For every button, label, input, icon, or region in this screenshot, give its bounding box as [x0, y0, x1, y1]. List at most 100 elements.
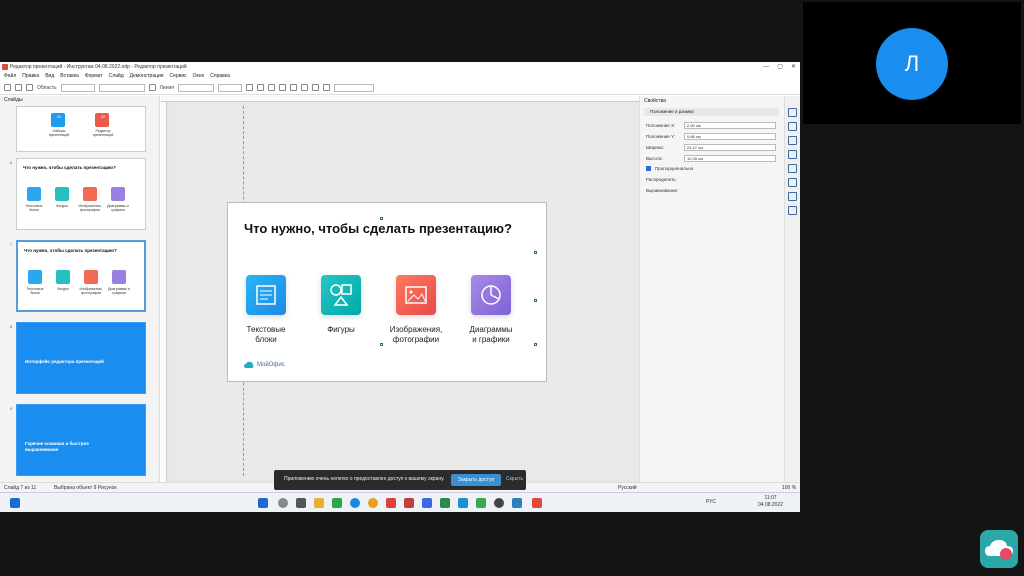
menu-tools[interactable]: Сервис — [170, 72, 187, 81]
new-icon[interactable] — [4, 84, 11, 91]
properties-deck-icon[interactable] — [788, 108, 797, 117]
position-x-field[interactable]: 2,90 см — [684, 122, 776, 129]
search-field[interactable] — [333, 83, 374, 92]
menu-slideshow[interactable]: Демонстрация — [130, 72, 164, 81]
rotate-icon[interactable] — [300, 84, 308, 91]
width-field[interactable]: 24,47 см — [684, 144, 776, 151]
prop-label: Высота: — [646, 156, 663, 161]
toolbar: Область Линия — [0, 81, 800, 95]
task-view-icon[interactable] — [296, 498, 306, 508]
participant-video-tile[interactable]: Л — [803, 2, 1021, 124]
app-icon[interactable] — [512, 498, 522, 508]
slide-thumbnail-6[interactable]: Что нужно, чтобы сделать презентацию? Те… — [16, 158, 146, 230]
slide-thumbnail-7-selected[interactable]: Что нужно, чтобы сделать презентацию? Те… — [16, 240, 146, 312]
search-icon[interactable] — [278, 498, 288, 508]
slide-transition-icon[interactable] — [788, 122, 797, 131]
presentation-editor-icon[interactable] — [532, 498, 542, 508]
undo-icon[interactable] — [15, 84, 22, 91]
selection-handle[interactable] — [534, 299, 537, 302]
keep-ratio-label: Пропорционально — [655, 166, 694, 171]
clock[interactable]: 11:07 04.08.2022 — [758, 495, 783, 509]
points-icon[interactable] — [322, 84, 330, 91]
shapes-deck-icon[interactable] — [788, 164, 797, 173]
chrome-icon[interactable] — [368, 498, 378, 508]
shadow-icon[interactable] — [148, 84, 156, 91]
thumb-title: Что нужно, чтобы сделать презентацию? — [24, 248, 117, 253]
style-field[interactable] — [98, 83, 145, 92]
animation-icon[interactable] — [788, 136, 797, 145]
menu-insert[interactable]: Вставка — [60, 72, 79, 81]
shapes-icon[interactable] — [321, 275, 361, 315]
keep-ratio-checkbox[interactable] — [646, 166, 651, 171]
position-y-row: Положение Y: 0,88 см — [646, 133, 776, 140]
keep-ratio-row[interactable]: Пропорционально — [646, 166, 693, 171]
selection-handle[interactable] — [380, 343, 383, 346]
app-icon[interactable] — [404, 498, 414, 508]
position-x-row: Положение X: 2,90 см — [646, 122, 776, 129]
word-icon[interactable] — [422, 498, 432, 508]
app-icon[interactable] — [332, 498, 342, 508]
chart-icon[interactable] — [471, 275, 511, 315]
yandex-icon[interactable] — [386, 498, 396, 508]
file-explorer-icon[interactable] — [314, 498, 324, 508]
position-y-field[interactable]: 0,88 см — [684, 133, 776, 140]
area-field[interactable] — [60, 83, 95, 92]
menu-file[interactable]: Файл — [4, 72, 16, 81]
align-row: Выравнивание: — [646, 188, 678, 193]
menu-help[interactable]: Справка — [210, 72, 230, 81]
menu-format[interactable]: Формат — [85, 72, 103, 81]
menu-slide[interactable]: Слайд — [109, 72, 124, 81]
shapes-icon — [56, 270, 70, 284]
text-blocks-icon[interactable] — [246, 275, 286, 315]
menu-view[interactable]: Вид — [45, 72, 54, 81]
settings-icon[interactable] — [494, 498, 504, 508]
telegram-icon[interactable] — [458, 498, 468, 508]
thumb-title: Горячие клавиши и быстрое выравнивание — [25, 441, 89, 452]
menu-window[interactable]: Окно — [193, 72, 205, 81]
menu-edit[interactable]: Правка — [22, 72, 39, 81]
close-button[interactable]: ✕ — [791, 62, 796, 72]
thumb-caption: Диаграммы и графики — [108, 287, 130, 295]
line-width-field[interactable] — [217, 83, 242, 92]
start-icon[interactable] — [10, 498, 20, 508]
language-indicator[interactable]: РУС — [706, 499, 716, 505]
shape-icon[interactable] — [245, 84, 253, 91]
slide-thumbnail-8[interactable]: Интерфейс редактора презентаций — [16, 322, 146, 394]
group-icon[interactable] — [289, 84, 297, 91]
item-label[interactable]: Изображения, фотографии — [376, 325, 456, 345]
image-icon — [84, 270, 98, 284]
align-icon[interactable] — [267, 84, 275, 91]
slide-thumbnail-9[interactable]: Горячие клавиши и быстрое выравнивание — [16, 404, 146, 476]
selection-handle[interactable] — [380, 217, 383, 220]
crop-icon[interactable] — [311, 84, 319, 91]
select-icon[interactable] — [26, 84, 33, 91]
styles-icon[interactable] — [788, 178, 797, 187]
sidebar-deck — [784, 96, 800, 482]
item-label[interactable]: Диаграммы и графики — [451, 325, 531, 345]
selection-handle[interactable] — [534, 343, 537, 346]
windows-start-icon[interactable] — [258, 498, 268, 508]
height-field[interactable]: 10,35 см — [684, 155, 776, 162]
edge-icon[interactable] — [350, 498, 360, 508]
excel-icon[interactable] — [440, 498, 450, 508]
thumb-label: Редактор презентаций — [92, 129, 114, 137]
position-size-section[interactable]: Положение и размер — [644, 108, 779, 116]
master-slides-icon[interactable] — [788, 150, 797, 159]
gallery-icon[interactable] — [788, 192, 797, 201]
stop-sharing-button[interactable]: Закрыть доступ — [451, 474, 501, 486]
minimize-button[interactable]: — — [763, 62, 769, 72]
navigator-icon[interactable] — [788, 206, 797, 215]
item-label[interactable]: Текстовые блоки — [226, 325, 306, 345]
maximize-button[interactable]: ▢ — [777, 62, 783, 72]
arrange-icon[interactable] — [278, 84, 286, 91]
hide-button[interactable]: Скрыть — [506, 476, 523, 482]
selection-handle[interactable] — [534, 251, 537, 254]
arrow-icon[interactable] — [256, 84, 264, 91]
slide-thumbnail-5[interactable]: 01 Наборы презентаций 02 Редактор презен… — [16, 106, 146, 152]
slide-title[interactable]: Что нужно, чтобы сделать презентацию? — [244, 221, 512, 236]
app-icon[interactable] — [476, 498, 486, 508]
current-slide[interactable]: Что нужно, чтобы сделать презентацию? Те… — [227, 202, 547, 382]
image-icon[interactable] — [396, 275, 436, 315]
line-style-field[interactable] — [177, 83, 214, 92]
item-label[interactable]: Фигуры — [301, 325, 381, 335]
